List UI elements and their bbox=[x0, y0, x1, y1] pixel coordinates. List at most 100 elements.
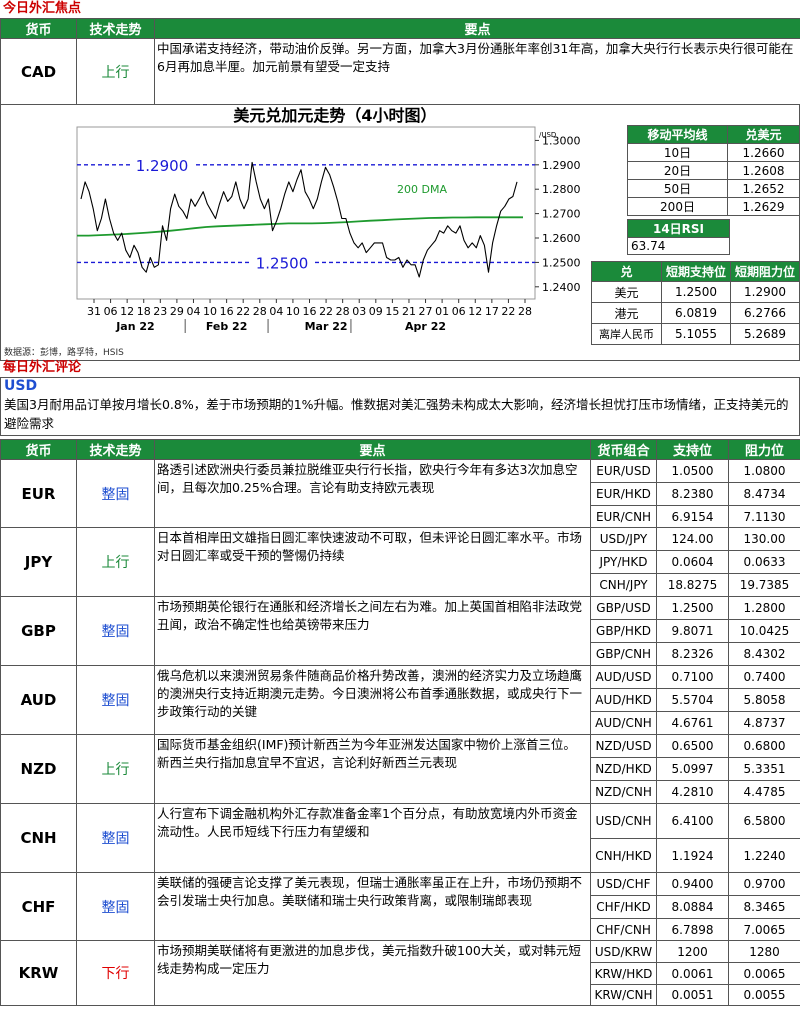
review-points-text: 市场预期英伦银行在通胀和经济增长之间左右为难。加上英国首相陷非法政党丑闻，政治不… bbox=[154, 596, 591, 666]
review-trend: 整固 bbox=[76, 803, 155, 873]
x-tick-label: 12 bbox=[120, 305, 134, 318]
x-tick-label: 27 bbox=[419, 305, 433, 318]
month-label: Mar 22 bbox=[305, 320, 348, 333]
review-resistance: 4.8737 bbox=[728, 711, 800, 735]
x-tick-label: 01 bbox=[435, 305, 449, 318]
review-pair: CNH/JPY bbox=[590, 573, 657, 597]
review-support: 9.8071 bbox=[656, 619, 729, 643]
review-header-trend: 技术走势 bbox=[76, 439, 155, 460]
rsi-label: 14日RSI bbox=[627, 219, 730, 238]
review-resistance: 5.8058 bbox=[728, 688, 800, 712]
review-currency: CNH bbox=[0, 803, 77, 873]
review-support: 8.2380 bbox=[656, 482, 729, 506]
review-resistance: 0.6800 bbox=[728, 734, 800, 758]
review-resistance: 7.0065 bbox=[728, 918, 800, 941]
review-pair: CNH/HKD bbox=[590, 838, 657, 873]
x-tick-label: 04 bbox=[186, 305, 200, 318]
sr-table: 兑 短期支持位 短期阻力位 美元 1.2500 1.2900 港元 6.0819 6.2… bbox=[591, 261, 800, 345]
x-tick-label: 22 bbox=[501, 305, 515, 318]
plot-area bbox=[76, 126, 536, 300]
sr-resistance: 1.2900 bbox=[730, 281, 800, 303]
review-support: 1200 bbox=[656, 940, 729, 963]
review-resistance: 7.1130 bbox=[728, 505, 800, 528]
month-label: Jan 22 bbox=[115, 320, 154, 333]
x-tick-label: 15 bbox=[385, 305, 399, 318]
focus-currency: CAD bbox=[0, 38, 77, 105]
y-tick-label: 1.2600 bbox=[542, 232, 581, 245]
sr-header-vs: 兑 bbox=[591, 261, 662, 282]
ma-value: 1.2660 bbox=[727, 143, 800, 162]
review-header-support: 支持位 bbox=[656, 439, 729, 460]
sr-header-support: 短期支持位 bbox=[661, 261, 731, 282]
review-points-text: 市场预期美联储将有更激进的加息步伐，美元指数升破100大关，或对韩元短线走势构成… bbox=[154, 940, 591, 1006]
ma-header-period: 移动平均线 bbox=[627, 125, 728, 144]
review-support: 0.6500 bbox=[656, 734, 729, 758]
review-header-points: 要点 bbox=[154, 439, 591, 460]
review-table: 货币 技术走势 要点 货币组合 支持位 阻力位 EUR 整固 路透引述欧洲央行委员兼… bbox=[0, 439, 800, 1006]
x-tick-label: 06 bbox=[104, 305, 118, 318]
review-resistance: 130.00 bbox=[728, 527, 800, 551]
x-tick-label: 10 bbox=[286, 305, 300, 318]
x-tick-label: 10 bbox=[203, 305, 217, 318]
y-tick-label: 1.2500 bbox=[542, 256, 581, 269]
x-tick-label: 23 bbox=[153, 305, 167, 318]
review-section-title: 每日外汇评论 bbox=[3, 360, 82, 375]
review-pair: KRW/HKD bbox=[590, 962, 657, 985]
review-resistance: 10.0425 bbox=[728, 619, 800, 643]
focus-header-points: 要点 bbox=[154, 18, 800, 39]
review-resistance: 8.4734 bbox=[728, 482, 800, 506]
ma-period: 50日 bbox=[627, 179, 728, 198]
review-pair: JPY/HKD bbox=[590, 550, 657, 574]
review-support: 6.4100 bbox=[656, 803, 729, 839]
review-trend: 整固 bbox=[76, 665, 155, 735]
review-trend: 上行 bbox=[76, 527, 155, 597]
review-pair: KRW/CNH bbox=[590, 984, 657, 1006]
review-currency: GBP bbox=[0, 596, 77, 666]
review-currency: CHF bbox=[0, 872, 77, 941]
ma-header-usd: 兑美元 bbox=[727, 125, 800, 144]
review-support: 1.1924 bbox=[656, 838, 729, 873]
review-resistance: 1.0800 bbox=[728, 459, 800, 483]
x-tick-label: 12 bbox=[468, 305, 482, 318]
review-points-text: 俄乌危机以来澳洲贸易条件随商品价格升势改善，澳洲的经济实力及立场趋鹰的澳洲央行支… bbox=[154, 665, 591, 735]
y-tick-label: 1.2900 bbox=[542, 159, 581, 172]
review-support: 4.2810 bbox=[656, 780, 729, 804]
review-resistance: 0.0055 bbox=[728, 984, 800, 1006]
review-pair: GBP/CNH bbox=[590, 642, 657, 666]
review-pair: NZD/HKD bbox=[590, 757, 657, 781]
review-support: 1.0500 bbox=[656, 459, 729, 483]
focus-points-text: 中国承诺支持经济，带动油价反弹。另一方面，加拿大3月份通胀年率创31年高，加拿大… bbox=[154, 38, 800, 105]
review-currency: AUD bbox=[0, 665, 77, 735]
review-pair: GBP/USD bbox=[590, 596, 657, 620]
review-support: 124.00 bbox=[656, 527, 729, 551]
review-support: 5.0997 bbox=[656, 757, 729, 781]
focus-header-trend: 技术走势 bbox=[76, 18, 155, 39]
ma-period: 200日 bbox=[627, 197, 728, 216]
review-header-pair: 货币组合 bbox=[590, 439, 657, 460]
review-pair: USD/CNH bbox=[590, 803, 657, 839]
review-pair: EUR/CNH bbox=[590, 505, 657, 528]
review-resistance: 1.2800 bbox=[728, 596, 800, 620]
rsi-table: 14日RSI 63.74 bbox=[627, 219, 730, 255]
sr-header-resistance: 短期阻力位 bbox=[730, 261, 800, 282]
level-label: 1.2500 bbox=[256, 254, 309, 272]
sr-currency: 港元 bbox=[591, 302, 662, 324]
x-tick-label: 28 bbox=[253, 305, 267, 318]
source-note: 数据源：彭博，路孚特，HSIS bbox=[4, 348, 124, 358]
review-resistance: 6.5800 bbox=[728, 803, 800, 839]
review-pair: EUR/USD bbox=[590, 459, 657, 483]
x-tick-label: 17 bbox=[485, 305, 499, 318]
review-header-resistance: 阻力位 bbox=[728, 439, 800, 460]
review-currency: JPY bbox=[0, 527, 77, 597]
x-tick-label: 21 bbox=[402, 305, 416, 318]
usd-summary-box: USD 美国3月耐用品订单按月增长0.8%，差于市场预期的1%升幅。惟数据对美汇… bbox=[0, 377, 800, 436]
focus-trend: 上行 bbox=[76, 38, 155, 105]
review-pair: AUD/HKD bbox=[590, 688, 657, 712]
review-resistance: 8.3465 bbox=[728, 895, 800, 919]
x-tick-label: 28 bbox=[336, 305, 350, 318]
sr-support: 6.0819 bbox=[661, 302, 731, 324]
review-currency: NZD bbox=[0, 734, 77, 804]
focus-section-title: 今日外汇焦点 bbox=[3, 1, 82, 16]
sr-support: 1.2500 bbox=[661, 281, 731, 303]
ma-value: 1.2608 bbox=[727, 161, 800, 180]
